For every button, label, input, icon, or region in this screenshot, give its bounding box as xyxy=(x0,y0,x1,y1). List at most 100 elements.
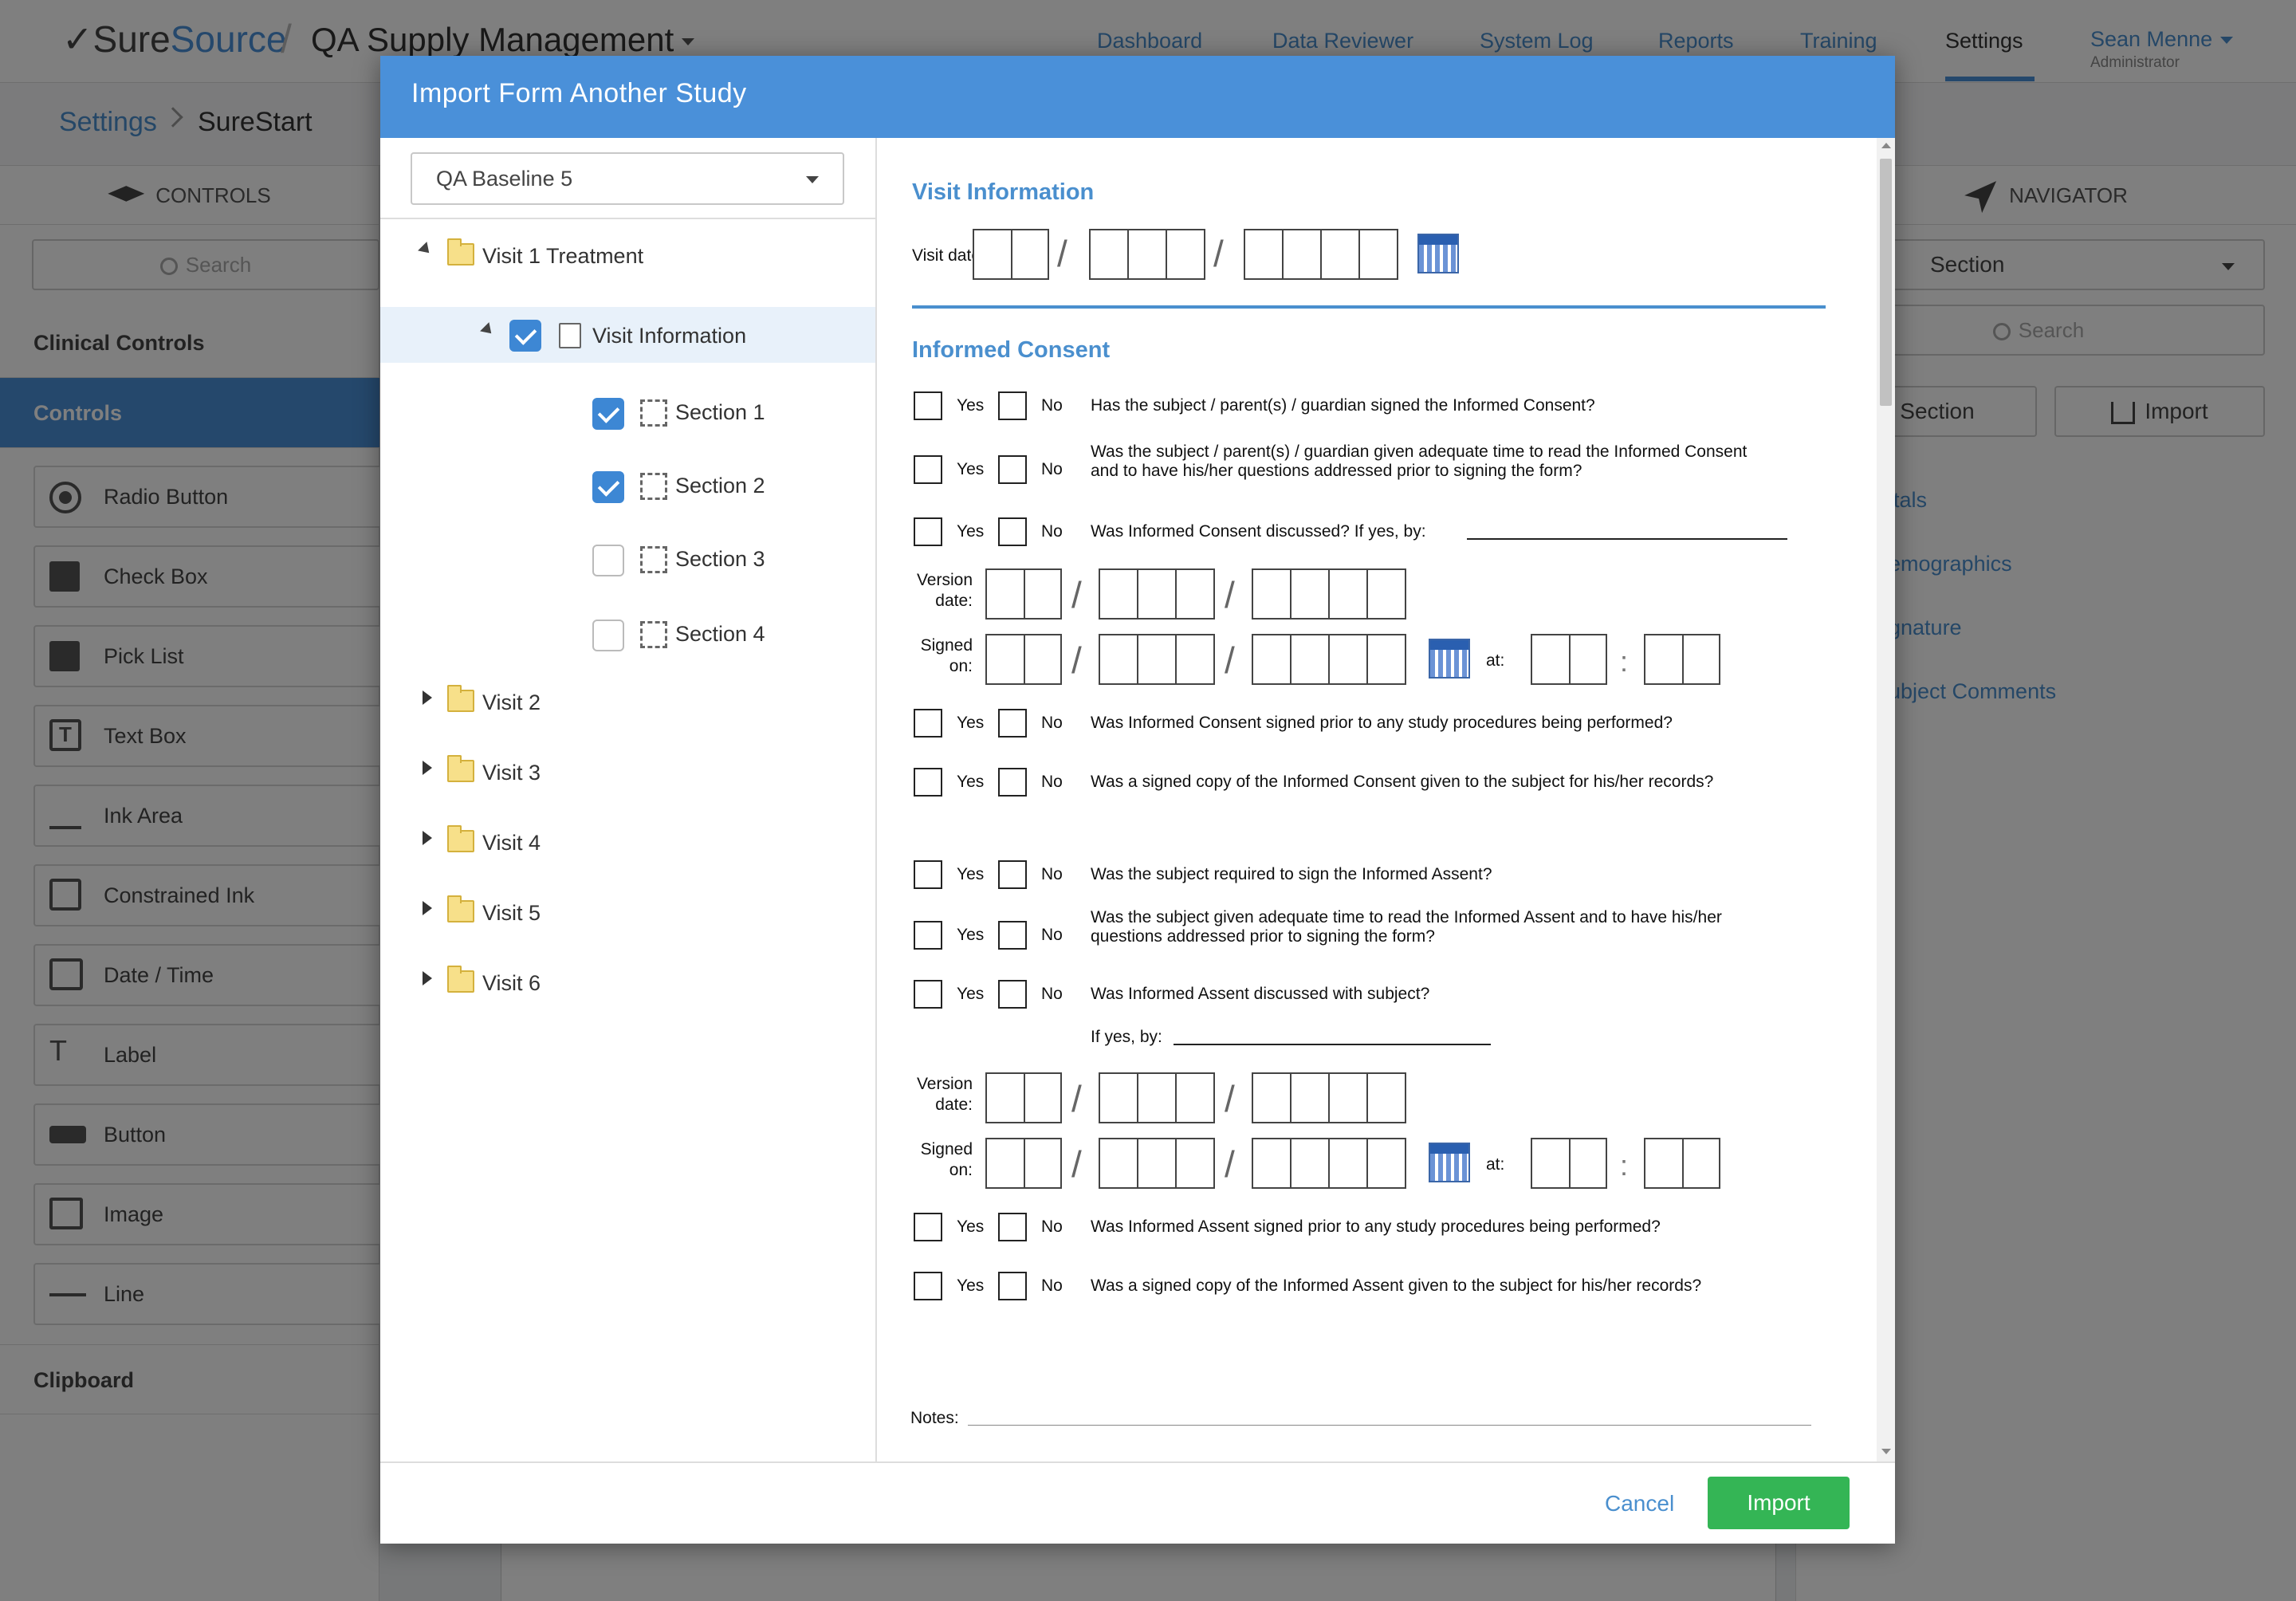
scroll-down-icon[interactable] xyxy=(1881,1449,1891,1454)
section-2-checkbox[interactable] xyxy=(592,471,624,503)
app-background: ✓SureSource / QA Supply Management Dashb… xyxy=(0,0,2296,1601)
section-divider xyxy=(912,305,1826,309)
import-confirm-button[interactable]: Import xyxy=(1708,1477,1850,1529)
expand-triangle-icon[interactable] xyxy=(423,690,432,705)
q3-no-checkbox[interactable] xyxy=(998,517,1027,546)
question-text: and to have his/her questions addressed … xyxy=(1091,462,1582,480)
no-label: No xyxy=(1041,460,1063,478)
q4-no-checkbox[interactable] xyxy=(998,709,1027,738)
tree-node-visit-4[interactable]: Visit 4 xyxy=(482,819,541,867)
question-text: Was the subject required to sign the Inf… xyxy=(1091,865,1492,883)
tree-node-visit-2[interactable]: Visit 2 xyxy=(482,679,541,726)
section-4-checkbox[interactable] xyxy=(592,620,624,651)
q4-yes-checkbox[interactable] xyxy=(914,709,942,738)
question-text: Was Informed Assent signed prior to any … xyxy=(1091,1217,1661,1236)
cancel-button[interactable]: Cancel xyxy=(1605,1491,1674,1516)
q9-no-checkbox[interactable] xyxy=(998,1213,1027,1241)
tree-node-section-3[interactable]: Section 3 xyxy=(675,535,765,583)
at-label: at: xyxy=(1486,1155,1505,1174)
visit-information-checkbox[interactable] xyxy=(509,320,541,352)
calendar-icon[interactable] xyxy=(1429,639,1470,679)
tree-node-section-4[interactable]: Section 4 xyxy=(675,610,765,658)
calendar-icon[interactable] xyxy=(1417,234,1459,273)
consent-version-month-field[interactable] xyxy=(1099,568,1215,620)
q10-no-checkbox[interactable] xyxy=(998,1272,1027,1300)
consent-version-day-field[interactable] xyxy=(985,568,1062,620)
assent-signed-day-field[interactable] xyxy=(985,1138,1062,1189)
assent-version-day-field[interactable] xyxy=(985,1072,1062,1123)
tree-node-visit-3[interactable]: Visit 3 xyxy=(482,749,541,797)
expand-triangle-icon[interactable] xyxy=(423,761,432,775)
no-label: No xyxy=(1041,926,1063,944)
folder-icon xyxy=(447,755,474,782)
yes-label: Yes xyxy=(957,460,985,478)
consent-signed-month-field[interactable] xyxy=(1099,634,1215,685)
tree-node-visit-5[interactable]: Visit 5 xyxy=(482,889,541,937)
assent-discussed-by-line[interactable] xyxy=(1174,1044,1491,1045)
q8-yes-checkbox[interactable] xyxy=(914,980,942,1009)
consent-signed-year-field[interactable] xyxy=(1252,634,1406,685)
visit-date-year-field[interactable] xyxy=(1244,229,1398,280)
q7-yes-checkbox[interactable] xyxy=(914,921,942,950)
version-label-line2: date: xyxy=(935,1096,973,1114)
collapse-triangle-icon[interactable] xyxy=(418,242,434,258)
version-date-label: Version date: xyxy=(912,570,973,612)
expand-triangle-icon[interactable] xyxy=(423,971,432,985)
expand-triangle-icon[interactable] xyxy=(423,831,432,845)
tree-node-visit-1-treatment[interactable]: Visit 1 Treatment xyxy=(482,232,643,280)
preview-scrollbar[interactable] xyxy=(1877,138,1895,1461)
consent-signed-hour-field[interactable] xyxy=(1531,634,1607,685)
signed-on-label: Signed on: xyxy=(912,635,973,677)
signed-label-line1: Signed xyxy=(920,636,973,655)
q1-no-checkbox[interactable] xyxy=(998,391,1027,420)
date-separator: / xyxy=(1071,1143,1082,1185)
consent-signed-day-field[interactable] xyxy=(985,634,1062,685)
no-label: No xyxy=(1041,714,1063,732)
q9-yes-checkbox[interactable] xyxy=(914,1213,942,1241)
dialog-header: Import Form Another Study xyxy=(380,56,1895,138)
q2-yes-checkbox[interactable] xyxy=(914,455,942,484)
section-3-checkbox[interactable] xyxy=(592,545,624,576)
date-separator: / xyxy=(1071,639,1082,681)
tree-node-section-1[interactable]: Section 1 xyxy=(675,388,765,436)
date-separator: / xyxy=(1057,233,1067,274)
q5-no-checkbox[interactable] xyxy=(998,768,1027,797)
calendar-icon[interactable] xyxy=(1429,1143,1470,1182)
assent-signed-hour-field[interactable] xyxy=(1531,1138,1607,1189)
q5-yes-checkbox[interactable] xyxy=(914,768,942,797)
assent-signed-month-field[interactable] xyxy=(1099,1138,1215,1189)
no-label: No xyxy=(1041,1217,1063,1236)
yes-label: Yes xyxy=(957,522,985,541)
assent-version-year-field[interactable] xyxy=(1252,1072,1406,1123)
q8-no-checkbox[interactable] xyxy=(998,980,1027,1009)
expand-triangle-icon[interactable] xyxy=(423,901,432,915)
tree-node-section-2[interactable]: Section 2 xyxy=(675,462,765,509)
assent-signed-year-field[interactable] xyxy=(1252,1138,1406,1189)
date-separator: / xyxy=(1213,233,1224,274)
yes-label: Yes xyxy=(957,396,985,415)
question-text: Has the subject / parent(s) / guardian s… xyxy=(1091,396,1595,415)
assent-signed-minute-field[interactable] xyxy=(1644,1138,1720,1189)
q6-yes-checkbox[interactable] xyxy=(914,860,942,889)
q6-no-checkbox[interactable] xyxy=(998,860,1027,889)
scroll-up-icon[interactable] xyxy=(1881,143,1891,148)
notes-label: Notes: xyxy=(910,1409,959,1427)
consent-signed-minute-field[interactable] xyxy=(1644,634,1720,685)
tree-node-visit-information[interactable]: Visit Information xyxy=(592,312,746,360)
discussed-by-line[interactable] xyxy=(1467,538,1787,540)
visit-date-month-field[interactable] xyxy=(1089,229,1205,280)
visit-date-day-field[interactable] xyxy=(973,229,1049,280)
scrollbar-thumb[interactable] xyxy=(1880,159,1892,406)
section-1-checkbox[interactable] xyxy=(592,398,624,430)
notes-line[interactable] xyxy=(968,1425,1811,1426)
q1-yes-checkbox[interactable] xyxy=(914,391,942,420)
q3-yes-checkbox[interactable] xyxy=(914,517,942,546)
q2-no-checkbox[interactable] xyxy=(998,455,1027,484)
tree-node-visit-6[interactable]: Visit 6 xyxy=(482,959,541,1007)
q7-no-checkbox[interactable] xyxy=(998,921,1027,950)
study-select[interactable]: QA Baseline 5 xyxy=(411,152,844,205)
assent-version-month-field[interactable] xyxy=(1099,1072,1215,1123)
consent-version-year-field[interactable] xyxy=(1252,568,1406,620)
q10-yes-checkbox[interactable] xyxy=(914,1272,942,1300)
no-label: No xyxy=(1041,865,1063,883)
